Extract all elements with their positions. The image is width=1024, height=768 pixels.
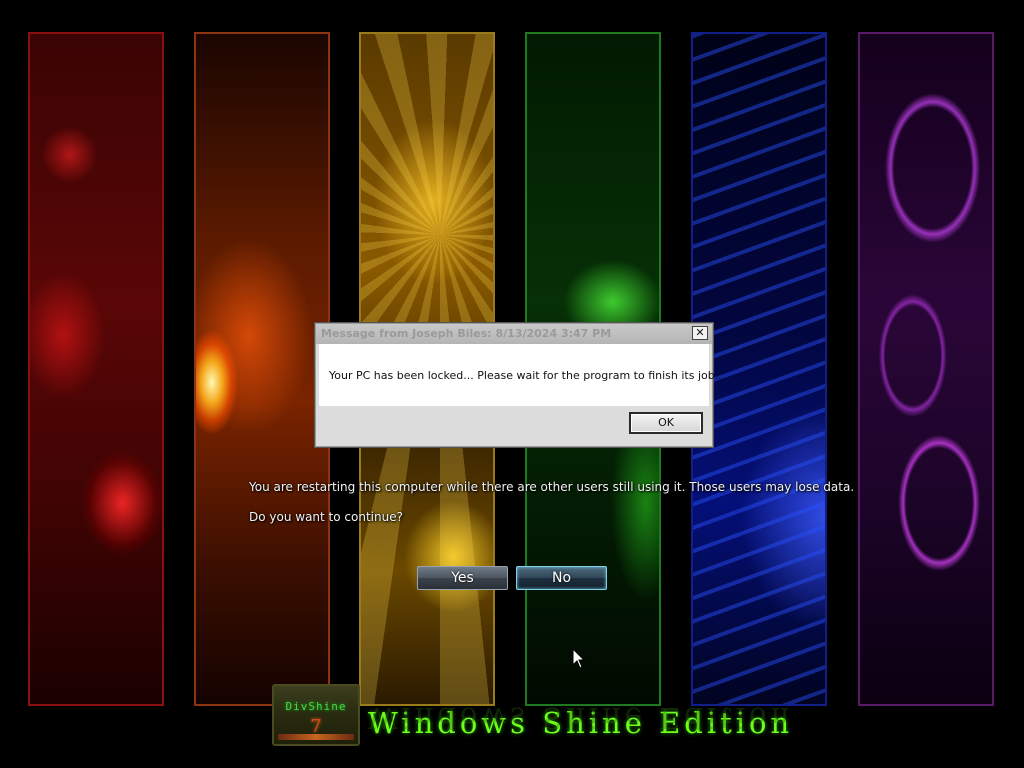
desktop-background: You are restarting this computer while t…	[0, 0, 1024, 768]
wallpaper-panel-red	[28, 32, 164, 706]
wallpaper-panel-orange	[194, 32, 330, 706]
dialog-titlebar[interactable]: Message from Joseph Biles: 8/13/2024 3:4…	[316, 324, 712, 344]
dialog-body: Your PC has been locked... Please wait f…	[319, 344, 725, 406]
close-icon[interactable]: ✕	[692, 326, 708, 340]
brand-logo-name: DivShine	[285, 700, 347, 713]
message-dialog: Message from Joseph Biles: 8/13/2024 3:4…	[315, 323, 725, 447]
brand-logo-bar	[278, 734, 354, 740]
brand-logo: DivShine 7	[272, 684, 360, 746]
dialog-footer: OK	[316, 406, 712, 446]
continue-question-text: Do you want to continue?	[249, 510, 403, 524]
dialog-message: Your PC has been locked... Please wait f…	[329, 369, 726, 382]
ok-button[interactable]: OK	[629, 412, 703, 434]
mouse-pointer-icon	[572, 648, 586, 669]
restart-warning-text: You are restarting this computer while t…	[249, 480, 855, 494]
brand-title-reflection: Windows Shine Edition	[368, 701, 794, 735]
yes-button[interactable]: Yes	[417, 566, 508, 590]
no-button[interactable]: No	[516, 566, 607, 590]
dialog-title: Message from Joseph Biles: 8/13/2024 3:4…	[321, 327, 612, 340]
wallpaper-panel-purple	[858, 32, 994, 706]
